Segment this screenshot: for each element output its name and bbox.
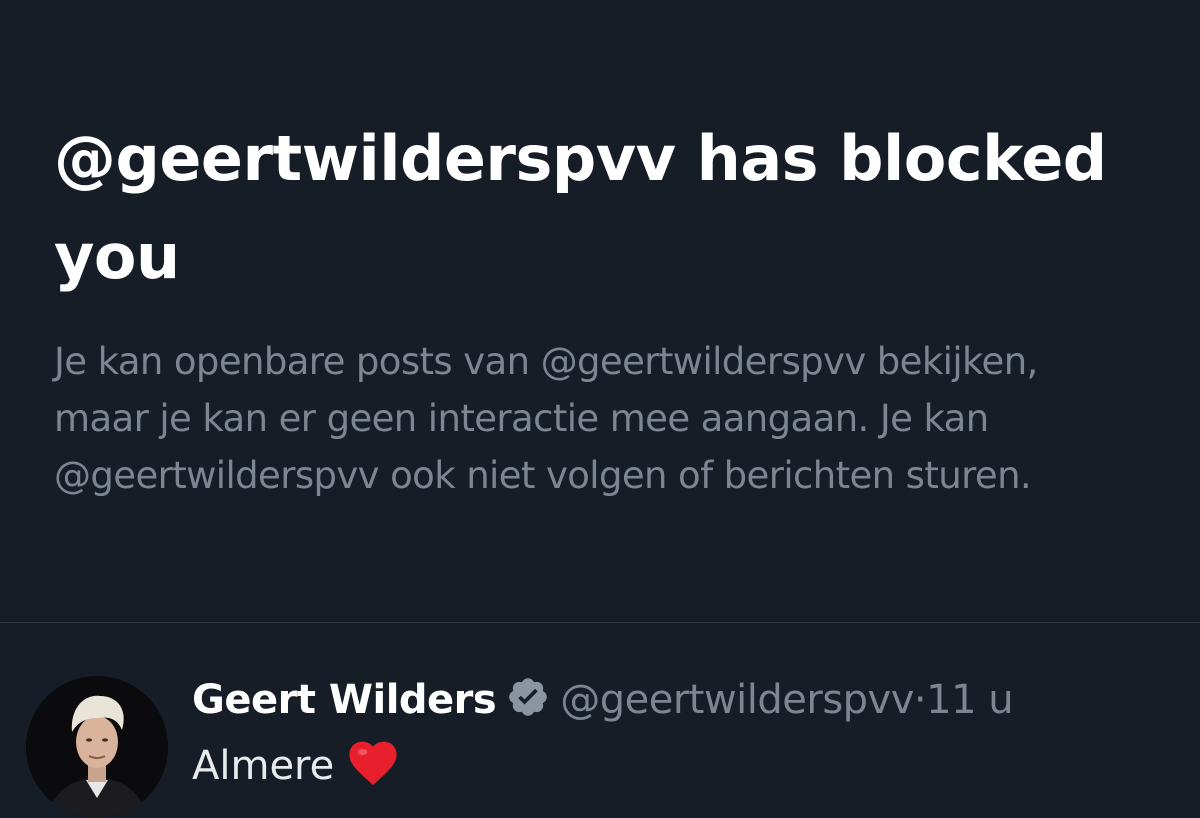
blocked-heading-line-1: @geertwilderspvv has blocked — [54, 122, 1107, 195]
post-separator: · — [913, 677, 927, 723]
heart-icon — [344, 735, 402, 806]
section-divider — [0, 622, 1200, 623]
blocked-heading: @geertwilderspvv has blocked you — [54, 110, 1200, 306]
blocked-description-line-3: @geertwilderspvv ook niet volgen of beri… — [54, 454, 1032, 497]
blocked-description: Je kan openbare posts van @geertwildersp… — [54, 333, 1038, 504]
post-text: Almere — [192, 734, 402, 806]
avatar[interactable] — [26, 676, 168, 818]
post-handle[interactable]: @geertwilderspvv — [560, 677, 914, 723]
post-timestamp[interactable]: 11 u — [926, 677, 1013, 723]
avatar-portrait — [26, 676, 168, 818]
blocked-description-line-1: Je kan openbare posts van @geertwildersp… — [54, 340, 1038, 383]
post-header: Geert Wilders @geertwilderspvv·11 u — [192, 668, 1014, 738]
verified-badge-icon[interactable] — [506, 674, 550, 738]
blocked-heading-line-2: you — [54, 220, 180, 293]
blocked-description-line-2: maar je kan er geen interactie mee aanga… — [54, 397, 989, 440]
post-author-name[interactable]: Geert Wilders — [192, 677, 497, 723]
post-text-content: Almere — [192, 743, 335, 789]
